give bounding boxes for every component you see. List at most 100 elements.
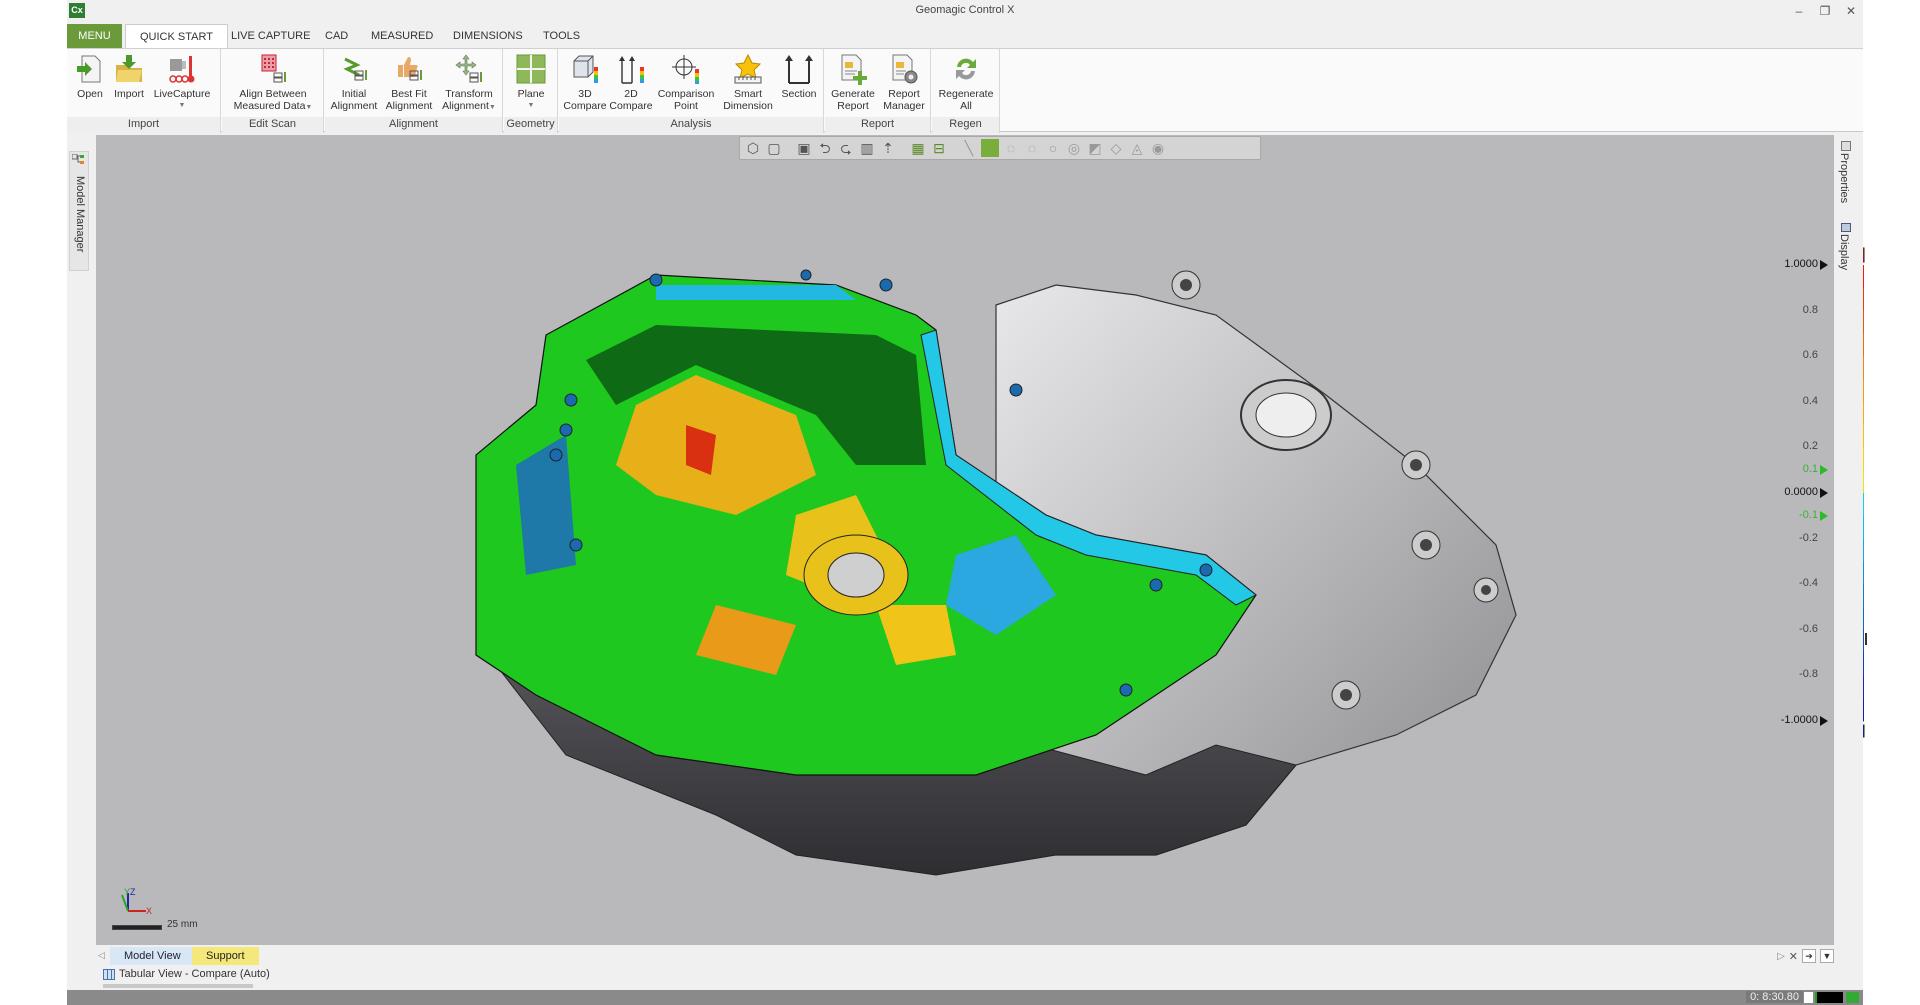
close-tab-icon[interactable]: ✕ [1789,950,1798,963]
generate-report-icon [838,53,868,85]
display-icon [1841,223,1851,232]
group-regen: Regenerate All Regen [932,49,1000,133]
legend-tick-label: 0.8 [1802,303,1818,316]
show-icon[interactable]: ◬ [1128,139,1146,157]
group-report: Generate Report Report Manager Report [825,49,931,133]
regenerate-all-button[interactable]: Regenerate All [936,53,996,112]
align-between-measured-data-button[interactable]: Align Between Measured Data▼ [226,53,320,114]
render-mode-icon[interactable]: ⬡ [744,139,762,157]
initial-alignment-button[interactable]: Initial Alignment [327,53,381,112]
close-button[interactable]: ✕ [1841,3,1861,19]
tabular-view-tab[interactable]: Tabular View - Compare (Auto) [103,968,270,980]
2d-compare-button[interactable]: 2D Compare [609,53,653,112]
group-label-regen: Regen [932,117,999,133]
livecapture-button[interactable]: LiveCapture ▼ [151,53,213,112]
legend-marker-icon[interactable] [1820,260,1828,270]
plane-button[interactable]: Plane ▼ [510,53,552,112]
ribbon-tabs: MENU QUICK START LIVE CAPTURE CAD MEASUR… [67,24,1863,48]
status-indicator-green [1846,992,1859,1003]
properties-tab[interactable]: Properties [1838,141,1858,221]
chevron-down-icon: ▼ [527,102,535,109]
elapsed-time: 0: 8:30.80 [1746,991,1803,1003]
tab-live-capture[interactable]: LIVE CAPTURE [217,24,324,48]
fit-view-icon[interactable]: ⇡ [879,139,897,157]
status-bar: 0: 8:30.80 [67,990,1863,1005]
split-view-icon[interactable]: ▥ [858,139,876,157]
rect-select-icon[interactable]: ■ [981,139,999,157]
pin-icon[interactable]: ➔ [1802,949,1816,963]
model-manager-tab[interactable]: Model Manager [69,151,89,271]
tab-menu[interactable]: MENU [67,24,122,48]
legend-tolerance-upper: 0.1 [1802,463,1818,476]
minimize-button[interactable]: – [1789,3,1809,19]
tab-model-view[interactable]: Model View [110,947,195,965]
scroll-left-icon[interactable]: ◁ [98,950,105,961]
text-cursor-icon [1865,633,1867,645]
transform-alignment-button[interactable]: Transform Alignment▼ [439,53,499,114]
hide-icon[interactable]: ◇ [1107,139,1125,157]
tab-cad[interactable]: CAD [311,24,362,48]
group-label-edit-scan: Edit Scan [222,117,323,133]
line-select-icon[interactable]: ╲ [960,139,978,157]
live-capture-icon [167,53,197,85]
dropdown-icon[interactable]: ▼ [1820,949,1834,963]
comparison-point-button[interactable]: Comparison Point [655,53,717,112]
plane-icon [516,53,546,85]
rotate-left-view-icon[interactable]: ⮌ [816,139,834,157]
tab-dimensions[interactable]: DIMENSIONS [439,24,537,48]
progress-indicator [1815,992,1843,1003]
3d-compare-button[interactable]: 3D Compare [563,53,607,112]
import-button[interactable]: Import [111,53,147,100]
tab-tools[interactable]: TOOLS [529,24,594,48]
scan-model[interactable] [96,135,1834,945]
grid-select-icon[interactable]: ▦ [909,139,927,157]
legend-tick-label: -0.2 [1799,531,1818,544]
tab-measured[interactable]: MEASURED [357,24,447,48]
report-manager-button[interactable]: Report Manager [879,53,929,112]
scroll-right-icon[interactable]: ▷ [1777,951,1785,962]
legend-marker-icon[interactable] [1820,716,1828,726]
brush-select-icon[interactable]: ◎ [1065,139,1083,157]
group-label-analysis: Analysis [559,117,823,133]
restore-button[interactable]: ❐ [1815,3,1835,19]
display-tab[interactable]: Display [1838,223,1858,295]
tab-quick-start[interactable]: QUICK START [125,24,228,48]
scale-bar [112,925,162,930]
view-cube-icon[interactable]: ▢ [765,139,783,157]
rotate-right-view-icon[interactable]: ⮎ [837,139,855,157]
circle-select-icon[interactable]: ◌ [1002,139,1020,157]
tab-support[interactable]: Support [192,947,259,965]
legend-min-label: -1.0000 [1780,714,1818,726]
legend-marker-icon[interactable] [1820,465,1828,476]
best-fit-alignment-button[interactable]: Best Fit Alignment [381,53,437,112]
align-between-icon [258,53,288,85]
legend-marker-icon[interactable] [1820,488,1828,498]
toolbar-separator [900,139,906,157]
open-button[interactable]: Open [73,53,107,100]
transform-alignment-icon [454,53,484,85]
group-label-report: Report [825,117,930,133]
view-toolbar: ⬡ ▢ ▣ ⮌ ⮎ ▥ ⇡ ▦ ⊟ ╲ ■ ◌ ◌ ○ ◎ ◩ ◇ ◬ ◉ [739,136,1261,160]
legend-zero-label: 0.0000 [1784,486,1818,498]
window-title: Geomagic Control X [915,4,1015,16]
initial-alignment-icon [339,53,369,85]
3d-viewport[interactable]: ⬡ ▢ ▣ ⮌ ⮎ ▥ ⇡ ▦ ⊟ ╲ ■ ◌ ◌ ○ ◎ ◩ ◇ ◬ ◉ 1.0000 0.8 0.6 0.4 0.2 -0… [96,135,1865,945]
circle-select2-icon[interactable]: ◌ [1023,139,1041,157]
isometric-view-icon[interactable]: ▣ [795,139,813,157]
axis-triad: Y Z X [116,887,156,917]
import-folder-icon [114,53,144,85]
legend-marker-icon[interactable] [1820,510,1828,521]
lasso-select-icon[interactable]: ○ [1044,139,1062,157]
compare-select-icon[interactable]: ⊟ [930,139,948,157]
section-button[interactable]: Section [777,53,821,100]
report-manager-icon [889,53,919,85]
group-label-geometry: Geometry [504,117,557,133]
tabular-view-scrollbar[interactable] [103,984,253,988]
visibility-icon[interactable]: ◉ [1149,139,1167,157]
generate-report-button[interactable]: Generate Report [829,53,877,112]
legend-tick-label: 0.4 [1802,394,1818,407]
smart-dimension-button[interactable]: Smart Dimension [719,53,777,112]
legend-tolerance-lower: -0.1 [1799,508,1818,521]
legend-tick-label: 0.2 [1802,440,1818,453]
select-through-icon[interactable]: ◩ [1086,139,1104,157]
